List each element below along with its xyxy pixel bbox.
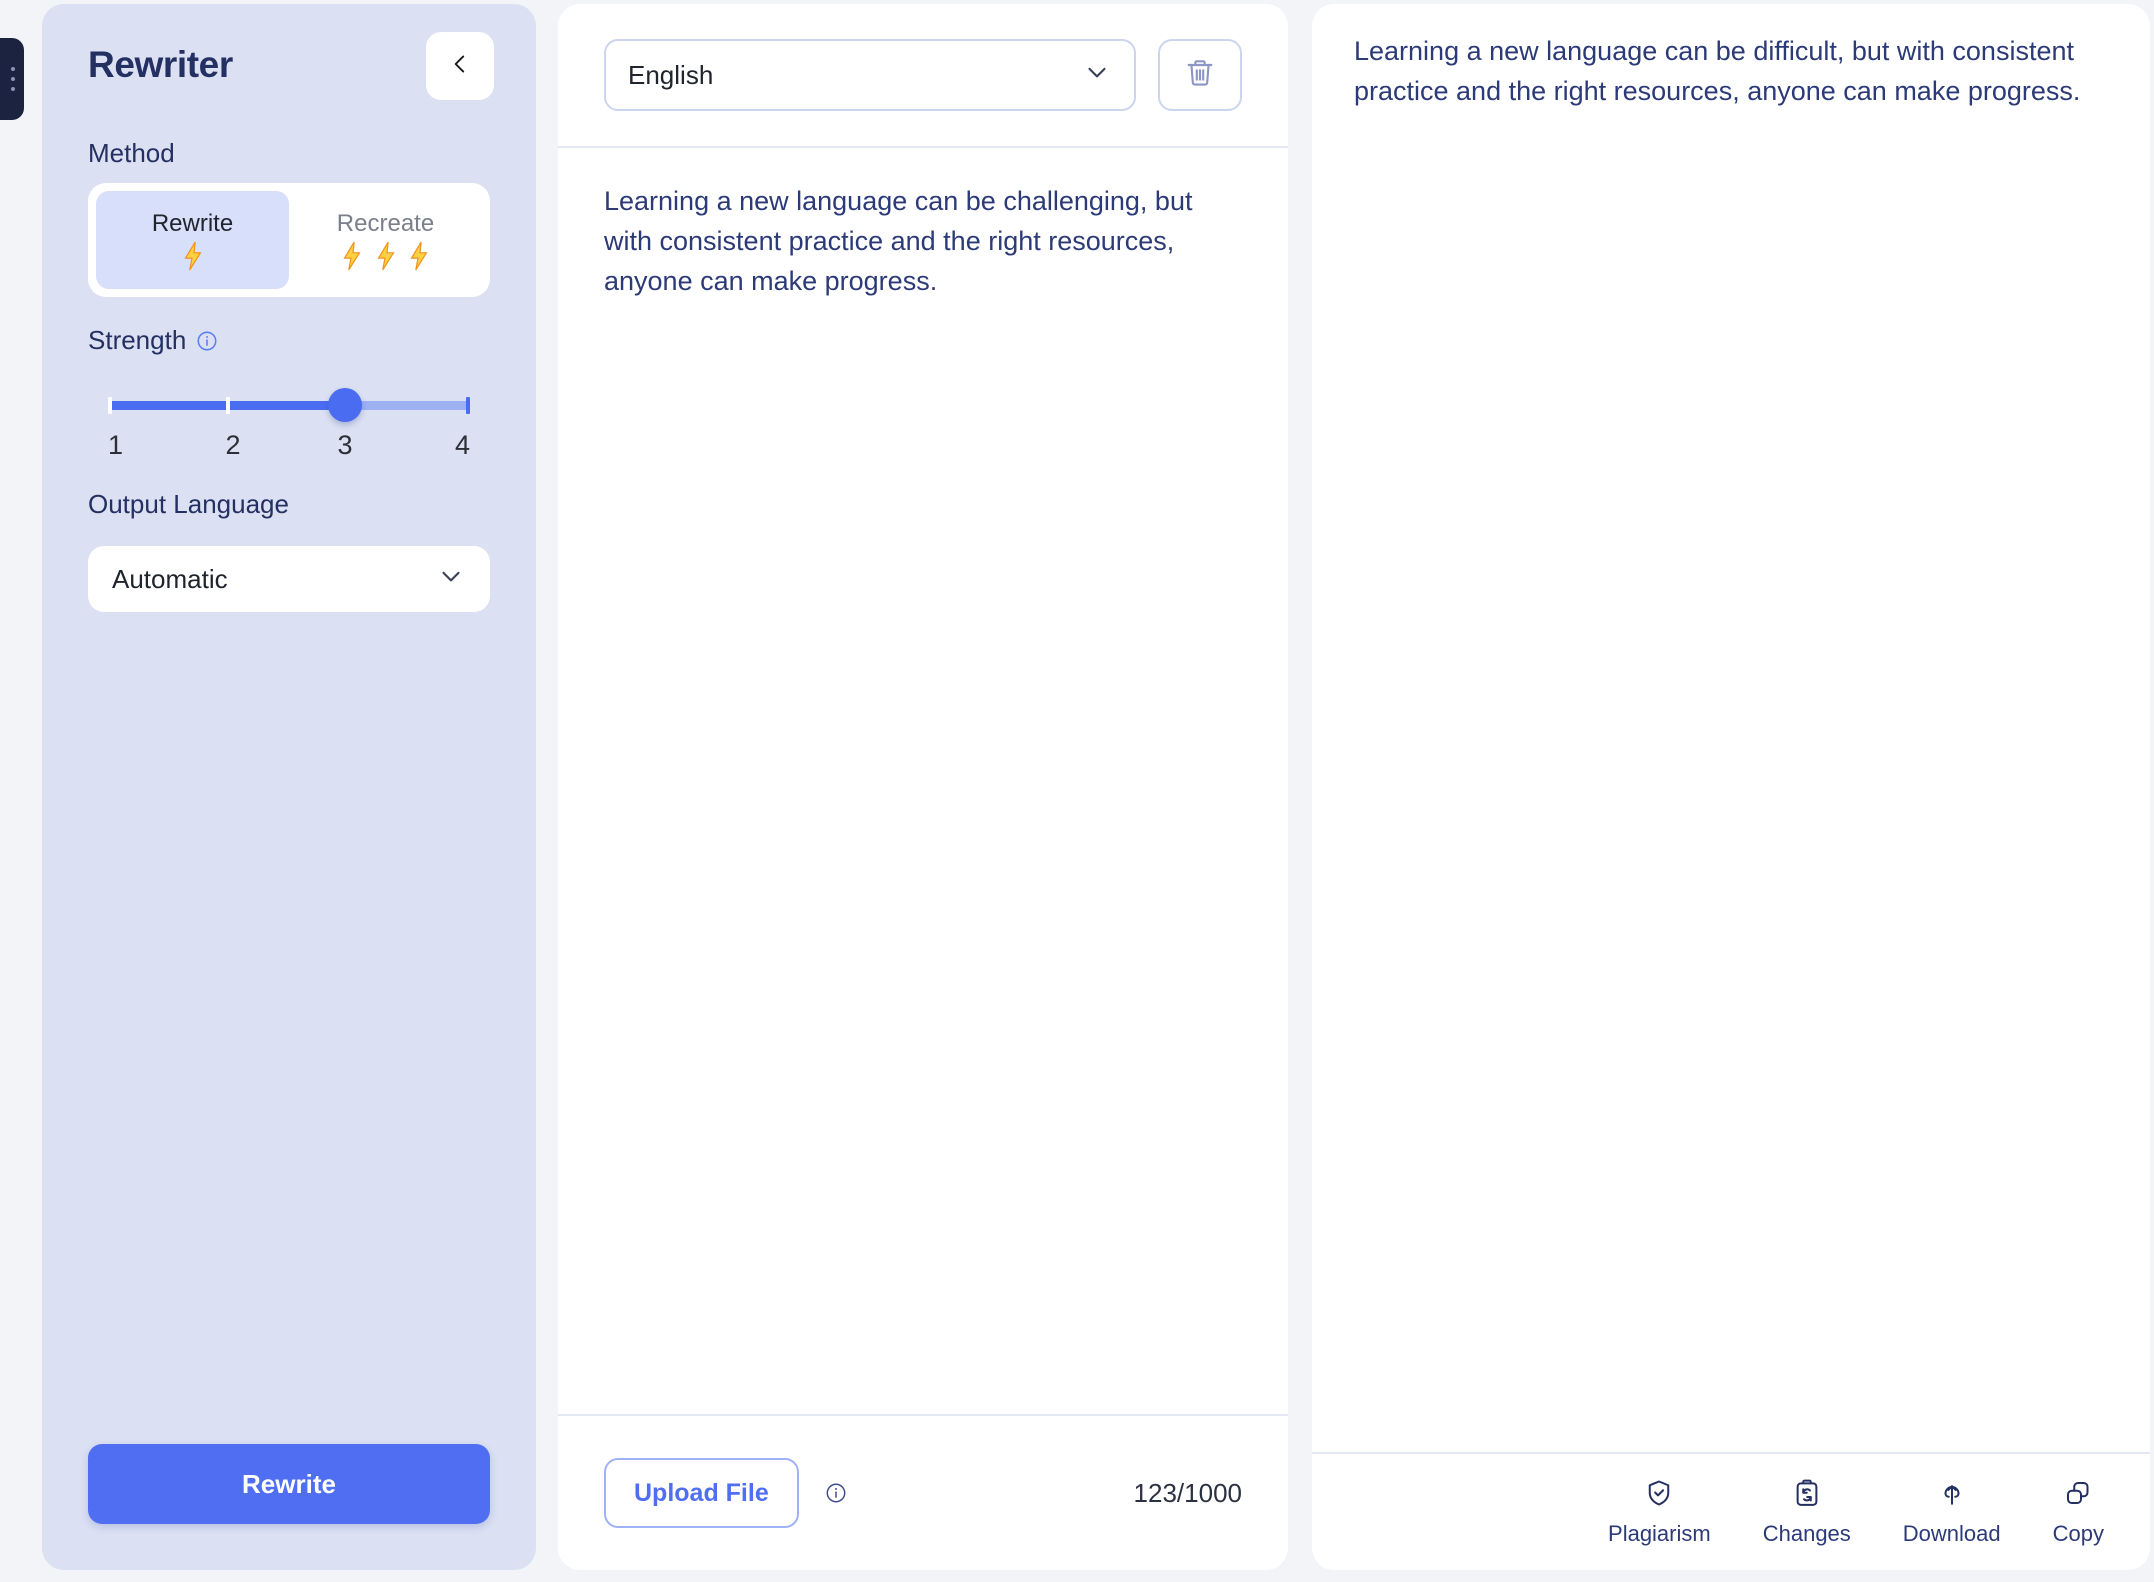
- output-text: Learning a new language can be difficult…: [1312, 4, 2150, 1452]
- method-option-rewrite-label: Rewrite: [152, 210, 233, 238]
- changes-label: Changes: [1763, 1521, 1851, 1547]
- sidebar: Rewriter Method Rewrite Recreate: [42, 4, 536, 1570]
- input-language-value: English: [628, 60, 713, 91]
- strength-slider-track[interactable]: [108, 392, 470, 418]
- changes-button[interactable]: Changes: [1763, 1478, 1851, 1547]
- rail-dots-icon: [11, 67, 15, 91]
- slider-tick-label-1: 1: [108, 430, 134, 461]
- input-language-select[interactable]: English: [604, 39, 1136, 111]
- output-language-label: Output Language: [88, 489, 490, 520]
- slider-tick-2: [226, 397, 230, 414]
- slider-tick-label-2: 2: [220, 430, 246, 461]
- input-panel: English Learning a new: [558, 4, 1288, 1570]
- sidebar-spacer: [88, 612, 490, 1444]
- slider-tick-1: [108, 397, 112, 414]
- chevron-left-icon: [447, 51, 473, 82]
- shield-check-icon: [1644, 1478, 1674, 1514]
- slider-tick-label-3: 3: [332, 430, 358, 461]
- copy-icon: [2063, 1478, 2093, 1514]
- chevron-down-icon: [436, 561, 466, 598]
- clipboard-refresh-icon: [1792, 1478, 1822, 1514]
- slider-tick-4: [466, 397, 470, 414]
- output-language-label-text: Output Language: [88, 489, 289, 520]
- bolt-icon-triple: [339, 241, 432, 271]
- strength-label-text: Strength: [88, 325, 186, 356]
- method-option-recreate[interactable]: Recreate: [289, 191, 482, 289]
- output-language-select[interactable]: Automatic: [88, 546, 490, 612]
- upload-info-icon[interactable]: [825, 1482, 847, 1504]
- output-panel-toolbar: Plagiarism Changes Download Copy: [1312, 1452, 2150, 1570]
- output-language-value: Automatic: [112, 564, 228, 595]
- output-panel: Learning a new language can be difficult…: [1312, 4, 2150, 1570]
- input-textarea[interactable]: Learning a new language can be challengi…: [558, 148, 1288, 1414]
- plagiarism-button[interactable]: Plagiarism: [1608, 1478, 1711, 1547]
- method-label: Method: [88, 138, 490, 169]
- strength-label: Strength: [88, 325, 490, 356]
- info-circle-icon[interactable]: [196, 330, 218, 352]
- trash-icon: [1184, 57, 1216, 94]
- bolt-icon-single: [180, 241, 206, 271]
- method-toggle-group: Rewrite Recreate: [88, 183, 490, 297]
- sidebar-header: Rewriter: [88, 38, 490, 110]
- method-option-rewrite[interactable]: Rewrite: [96, 191, 289, 289]
- download-arrow-icon: [1937, 1478, 1967, 1514]
- clear-text-button[interactable]: [1158, 39, 1242, 111]
- back-button[interactable]: [426, 32, 494, 100]
- copy-label: Copy: [2053, 1521, 2104, 1547]
- character-counter: 123/1000: [1134, 1478, 1242, 1509]
- input-panel-footer: Upload File 123/1000: [558, 1414, 1288, 1570]
- method-label-text: Method: [88, 138, 175, 169]
- download-button[interactable]: Download: [1903, 1478, 2001, 1547]
- slider-tick-labels: 1 2 3 4: [108, 430, 470, 461]
- upload-file-button[interactable]: Upload File: [604, 1458, 799, 1528]
- app-rail-stub[interactable]: [0, 38, 24, 120]
- chevron-down-icon: [1082, 57, 1112, 94]
- strength-slider[interactable]: 1 2 3 4: [88, 392, 490, 461]
- rewrite-button[interactable]: Rewrite: [88, 1444, 490, 1524]
- input-panel-header: English: [558, 4, 1288, 148]
- app-root: Rewriter Method Rewrite Recreate: [0, 0, 2154, 1582]
- page-title: Rewriter: [88, 46, 233, 83]
- plagiarism-label: Plagiarism: [1608, 1521, 1711, 1547]
- copy-button[interactable]: Copy: [2053, 1478, 2104, 1547]
- slider-tick-label-4: 4: [444, 430, 470, 461]
- download-label: Download: [1903, 1521, 2001, 1547]
- slider-thumb[interactable]: [328, 388, 362, 422]
- method-option-recreate-label: Recreate: [337, 210, 434, 238]
